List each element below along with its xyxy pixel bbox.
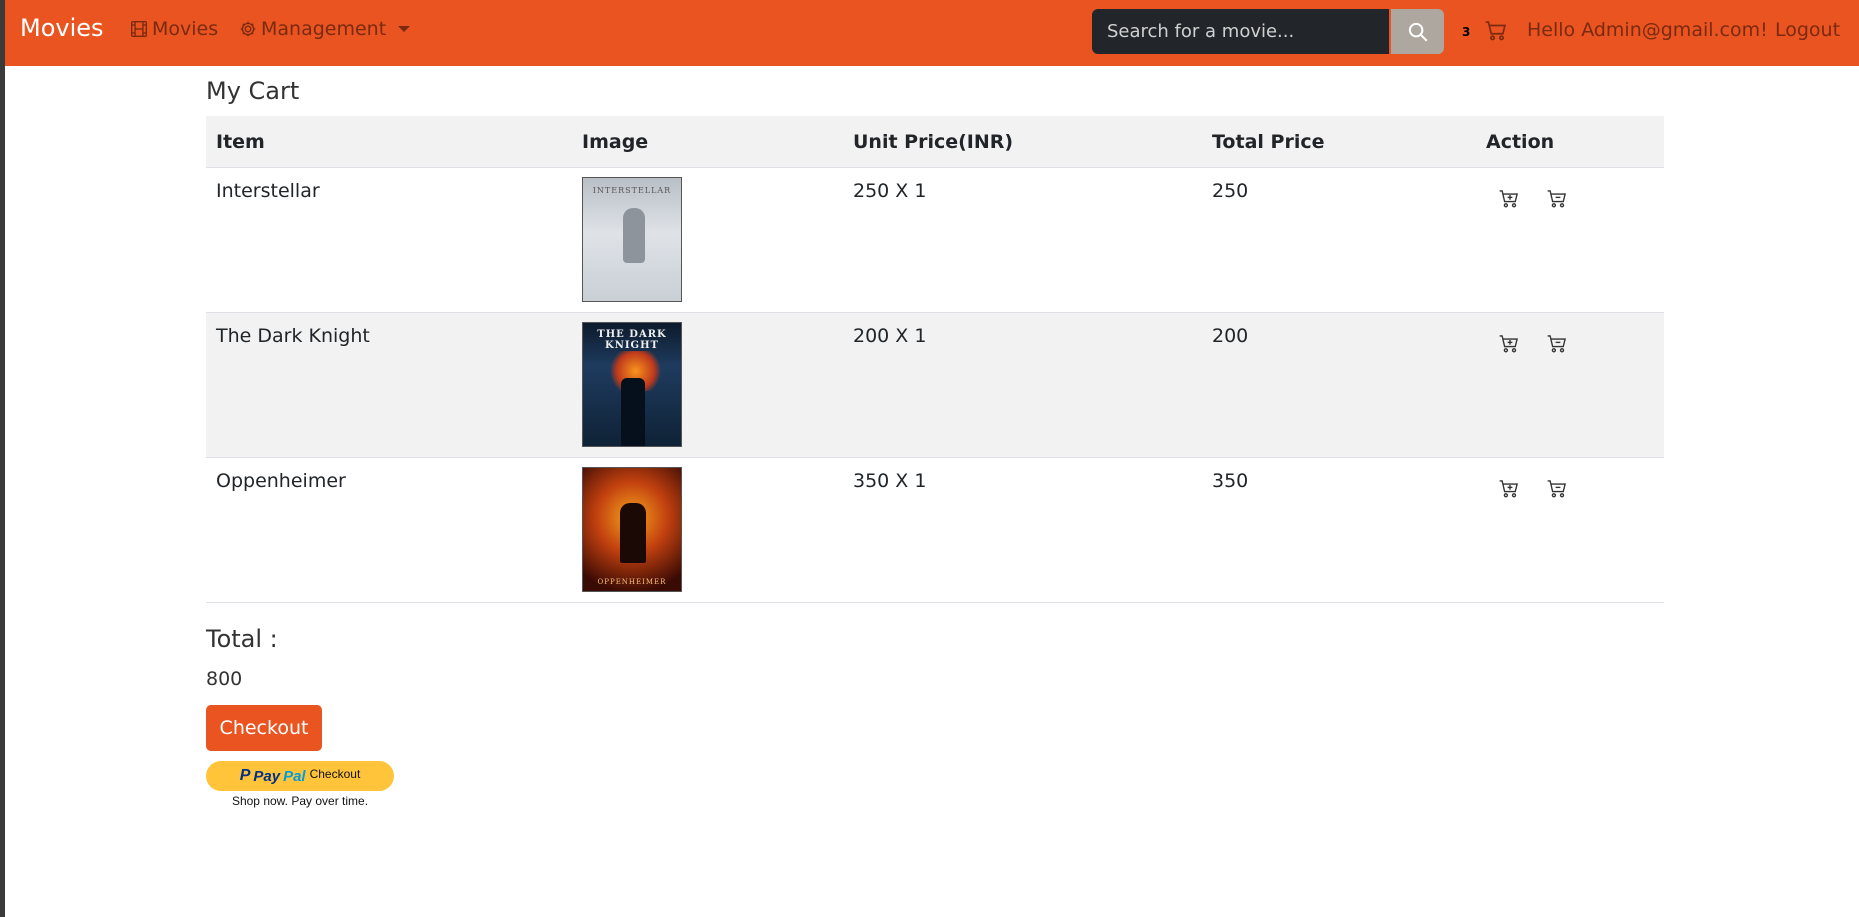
nav-movies-link[interactable]: Movies: [130, 18, 218, 40]
checkout-button[interactable]: Checkout: [206, 705, 322, 751]
action-cell: [1476, 312, 1664, 458]
oppenheimer-figure: [620, 503, 646, 563]
gear-icon: [240, 21, 256, 37]
column-header-unit-price: Unit Price(INR): [843, 116, 1202, 168]
cart-icon[interactable]: [1485, 20, 1507, 46]
chevron-down-icon: [398, 26, 411, 32]
table-row: Interstellar INTERSTELLAR 250 X 1 250: [206, 167, 1664, 313]
search-input[interactable]: [1092, 9, 1389, 54]
table-row: The Dark Knight THE DARK KNIGHT 200 X 1 …: [206, 312, 1664, 458]
item-image-cell: THE DARK KNIGHT: [572, 312, 843, 458]
film-icon: [131, 21, 147, 37]
action-cell: [1476, 457, 1664, 603]
cart-dash-icon[interactable]: [1544, 186, 1570, 212]
poster-title-art: THE DARK KNIGHT: [597, 329, 667, 351]
batman-figure: [621, 378, 645, 446]
unit-price: 200 X 1: [843, 312, 1202, 458]
movie-poster-image: INTERSTELLAR: [582, 177, 682, 302]
action-cell: [1476, 167, 1664, 313]
brand-logo[interactable]: Movies: [20, 14, 104, 42]
movie-poster-image: THE DARK KNIGHT: [582, 322, 682, 447]
item-name: The Dark Knight: [206, 312, 572, 458]
cart-plus-icon[interactable]: [1496, 476, 1522, 502]
paypal-logo: P Pay Pal: [240, 767, 306, 785]
cart-dash-icon[interactable]: [1544, 476, 1570, 502]
total-price: 350: [1202, 457, 1476, 603]
item-name: Oppenheimer: [206, 457, 572, 603]
nav-movies-label: Movies: [152, 18, 219, 40]
column-header-item: Item: [206, 116, 572, 168]
unit-price: 350 X 1: [843, 457, 1202, 603]
cart-count-badge: 3: [1462, 25, 1471, 39]
total-label: Total :: [206, 625, 278, 653]
search-button[interactable]: [1391, 9, 1444, 54]
navbar: Movies Movies Management 3 Hello Ad: [0, 0, 1859, 66]
table-row: Oppenheimer OPPENHEIMER 350 X 1 350: [206, 457, 1664, 603]
cart-plus-icon[interactable]: [1496, 331, 1522, 357]
cart-table: Item Image Unit Price(INR) Total Price A…: [206, 116, 1664, 603]
item-image-cell: OPPENHEIMER: [572, 457, 843, 603]
unit-price: 250 X 1: [843, 167, 1202, 313]
nav-management-label: Management: [261, 18, 387, 40]
paypal-brand-pay: Pay: [253, 767, 281, 785]
user-greeting[interactable]: Hello Admin@gmail.com!: [1527, 19, 1768, 41]
paypal-tagline: Shop now. Pay over time.: [231, 794, 369, 808]
paypal-p-icon: P: [239, 767, 251, 784]
poster-title-art: OPPENHEIMER: [597, 578, 667, 586]
nav-management-dropdown[interactable]: Management: [239, 18, 411, 40]
paypal-checkout-label: Checkout: [309, 767, 361, 781]
movie-poster-image: OPPENHEIMER: [582, 467, 682, 592]
column-header-image: Image: [572, 116, 843, 168]
astronaut-figure: [623, 208, 645, 263]
column-header-action: Action: [1476, 116, 1664, 168]
poster-title-art: INTERSTELLAR: [592, 186, 672, 195]
cart-plus-icon[interactable]: [1496, 186, 1522, 212]
total-price: 200: [1202, 312, 1476, 458]
paypal-checkout-button[interactable]: P Pay Pal Checkout: [206, 761, 394, 791]
table-header-row: Item Image Unit Price(INR) Total Price A…: [206, 116, 1664, 168]
search-icon: [1408, 22, 1427, 41]
page-title: My Cart: [206, 77, 300, 105]
column-header-total-price: Total Price: [1202, 116, 1476, 168]
logout-link[interactable]: Logout: [1775, 19, 1840, 41]
total-value: 800: [206, 668, 243, 690]
total-price: 250: [1202, 167, 1476, 313]
item-name: Interstellar: [206, 167, 572, 313]
window-edge: [0, 0, 5, 917]
paypal-brand-pal: Pal: [283, 767, 306, 785]
cart-dash-icon[interactable]: [1544, 331, 1570, 357]
item-image-cell: INTERSTELLAR: [572, 167, 843, 313]
